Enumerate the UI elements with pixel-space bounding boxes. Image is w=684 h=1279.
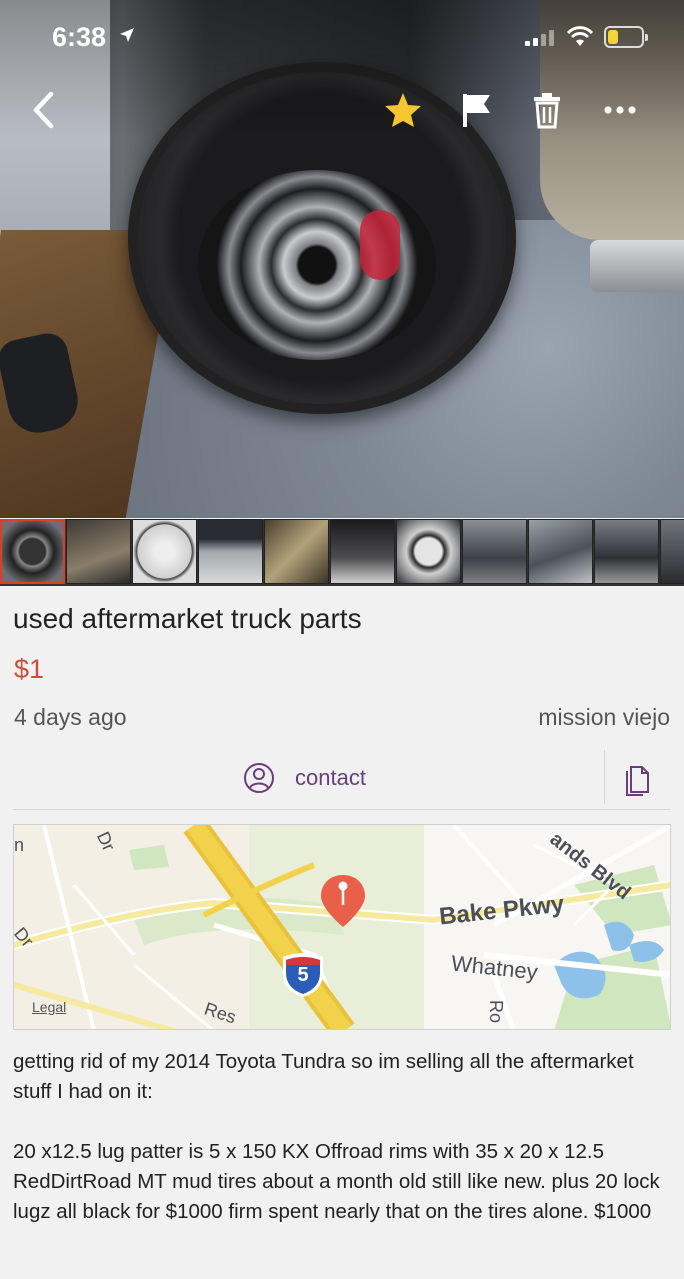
thumbnail[interactable] [528, 519, 593, 584]
thumbnail[interactable] [462, 519, 527, 584]
back-button[interactable] [20, 86, 68, 134]
listing-page: 6:38 used aftermarket truck parts $1 4 d… [0, 0, 684, 1279]
interstate-number: 5 [297, 964, 309, 986]
listing-photo[interactable] [0, 0, 684, 518]
copy-icon[interactable] [623, 762, 653, 796]
map-label-n: n [14, 835, 25, 855]
flag-button[interactable] [453, 86, 501, 134]
location-arrow-icon [120, 28, 134, 42]
star-icon [385, 93, 421, 127]
user-icon [244, 763, 274, 793]
thumbnail[interactable] [594, 519, 659, 584]
thumbnail[interactable] [0, 519, 65, 584]
contact-button[interactable]: contact [243, 760, 366, 796]
action-bar: contact [13, 748, 671, 810]
thumbnail[interactable] [660, 519, 684, 584]
thumbnail[interactable] [264, 519, 329, 584]
divider [604, 750, 605, 804]
map-pin-icon [321, 875, 365, 927]
trash-icon [534, 93, 560, 129]
status-time: 6:38 [52, 22, 107, 52]
contact-label: contact [295, 765, 366, 790]
battery-icon [604, 26, 648, 48]
listing-location: mission viejo [538, 704, 670, 730]
listing-description: getting rid of my 2014 Toyota Tundra so … [13, 1050, 660, 1223]
more-button[interactable] [596, 86, 644, 134]
thumbnail[interactable] [132, 519, 197, 584]
wifi-icon [566, 26, 594, 46]
status-bar: 6:38 [0, 0, 684, 72]
delete-button[interactable] [523, 86, 571, 134]
thumbnail-strip[interactable] [0, 519, 684, 586]
thumbnail[interactable] [396, 519, 461, 584]
posted-time: 4 days ago [14, 704, 127, 730]
chevron-left-icon [33, 91, 54, 129]
thumbnail[interactable] [198, 519, 263, 584]
listing-price: $1 [14, 654, 45, 684]
listing-title: used aftermarket truck parts [13, 603, 362, 634]
map-label-ro: Ro [486, 999, 507, 1024]
interstate-shield-icon: 5 [280, 951, 326, 999]
map-legal-link[interactable]: Legal [32, 999, 66, 1015]
cellular-signal-icon [525, 30, 554, 46]
thumbnail[interactable] [330, 519, 395, 584]
flag-icon [463, 94, 490, 127]
ellipsis-icon [604, 106, 636, 114]
location-map[interactable]: Bake Pkwy Whatney ands Blvd Dr Dr Res Ro… [13, 824, 671, 1030]
favorite-button[interactable] [379, 86, 427, 134]
thumbnail[interactable] [66, 519, 131, 584]
